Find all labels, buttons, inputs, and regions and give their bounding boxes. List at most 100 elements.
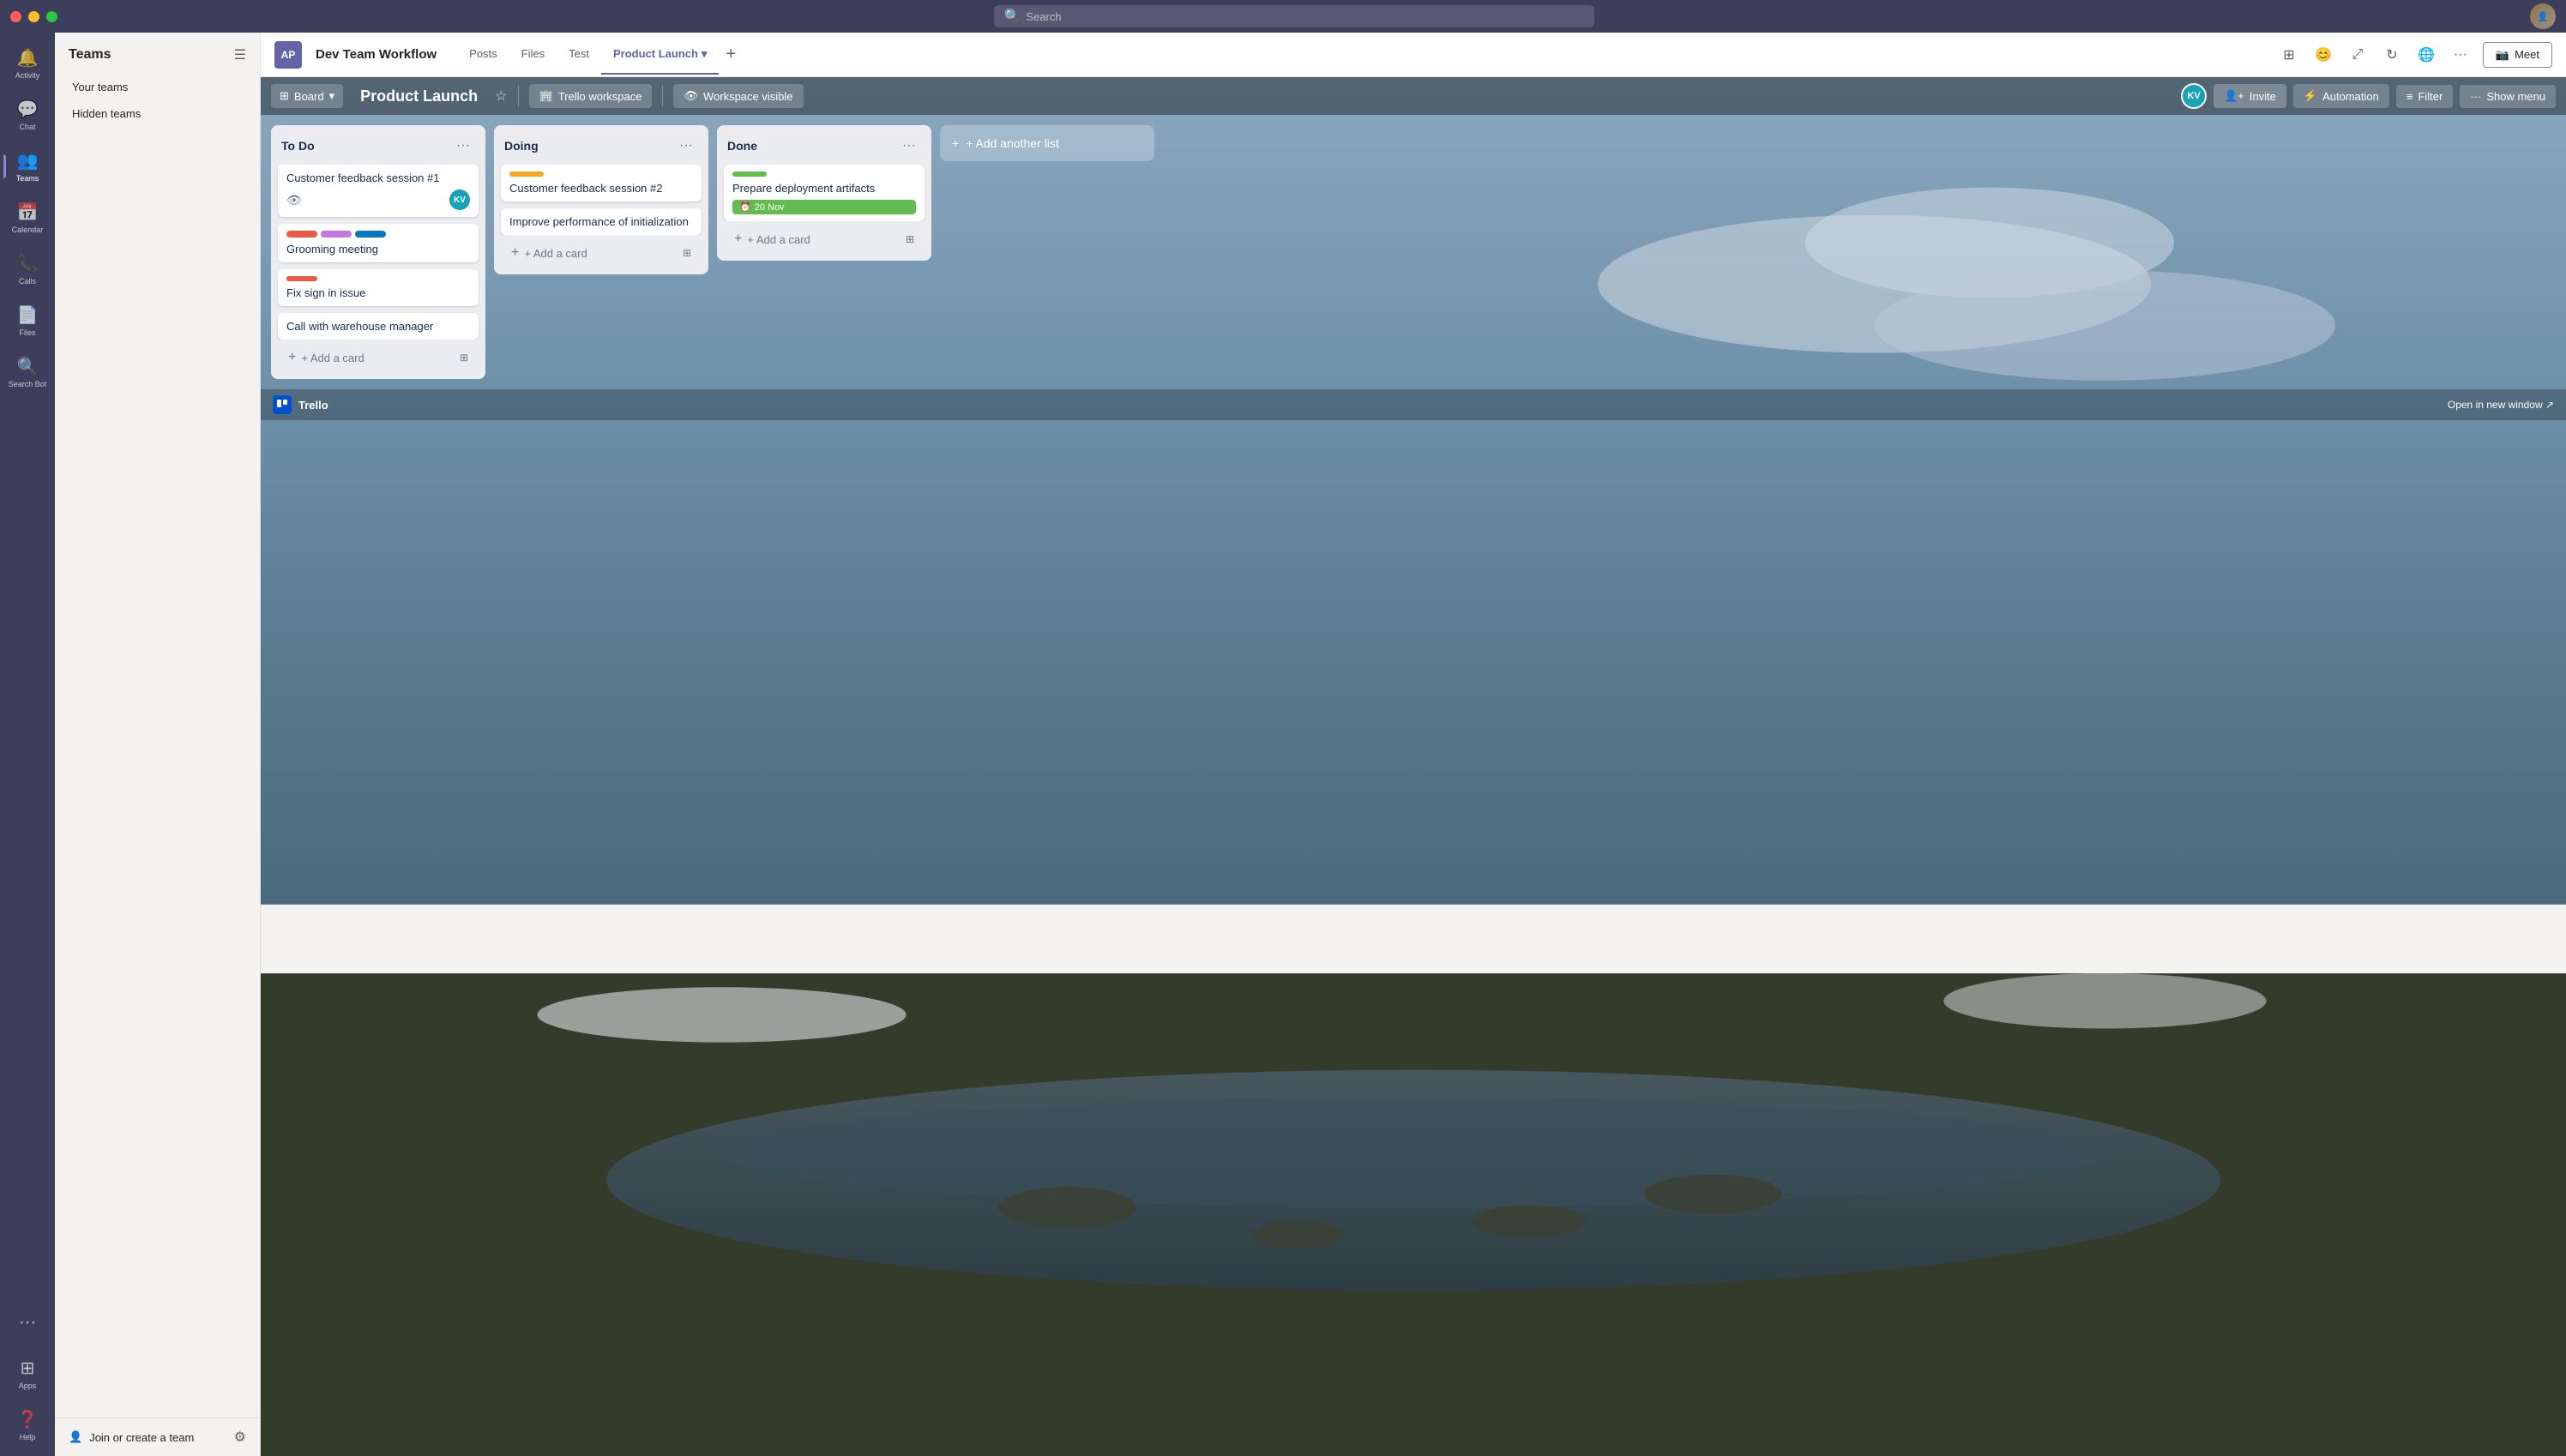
title-bar: 🔍 👤: [0, 0, 2566, 33]
card-template-icon: ⊞: [906, 233, 914, 245]
todo-list-header: To Do ···: [271, 125, 485, 165]
trello-logo: [273, 395, 292, 414]
sidebar-item-files[interactable]: 📄 Files: [3, 297, 51, 345]
label-red-single: [286, 276, 317, 281]
show-menu-button[interactable]: ··· Show menu: [2460, 85, 2556, 108]
automation-label: Automation: [2322, 90, 2379, 103]
sidebar-item-activity[interactable]: 🔔 Activity: [3, 39, 51, 87]
label-blue: [355, 231, 386, 238]
chevron-down-icon: ▾: [702, 47, 708, 61]
apps-label: Apps: [19, 1381, 37, 1390]
plus-icon: +: [952, 136, 959, 150]
doing-menu-button[interactable]: ···: [674, 134, 698, 158]
maximize-button[interactable]: [46, 11, 57, 22]
meet-label: Meet: [2515, 48, 2539, 61]
minimize-button[interactable]: [28, 11, 39, 22]
search-icon: 🔍: [1004, 8, 1021, 25]
sidebar-item-more[interactable]: ···: [3, 1298, 51, 1346]
close-button[interactable]: [10, 11, 21, 22]
globe-button[interactable]: 🌐: [2414, 43, 2438, 67]
teams-panel: Teams ☰ Your teams Hidden teams 👤 Join o…: [55, 33, 261, 1456]
sidebar-item-calls[interactable]: 📞 Calls: [3, 245, 51, 293]
filter-icon[interactable]: ☰: [234, 46, 246, 63]
search-bot-icon: 🔍: [17, 356, 39, 377]
activity-icon: 🔔: [17, 47, 39, 69]
done-title: Done: [727, 139, 757, 153]
card-call-warehouse[interactable]: Call with warehouse manager: [278, 313, 479, 340]
tab-test[interactable]: Test: [557, 35, 601, 74]
automation-button[interactable]: ⚡ Automation: [2293, 84, 2389, 108]
board-view-button[interactable]: ⊞ Board ▾: [271, 84, 343, 108]
card-title: Customer feedback session #1: [286, 171, 470, 184]
separator: [518, 86, 519, 106]
add-list-label: + Add another list: [966, 136, 1059, 150]
add-tab-button[interactable]: +: [719, 45, 743, 64]
done-list: Done ··· Prepare deployment artifacts ⏰ …: [717, 125, 931, 261]
todo-cards: Customer feedback session #1 👁 KV: [271, 165, 485, 340]
settings-icon[interactable]: ⚙: [234, 1429, 246, 1446]
add-card-label: + Add a card: [301, 352, 364, 364]
tab-product-launch[interactable]: Product Launch ▾: [601, 35, 719, 75]
video-icon: 📷: [2496, 48, 2509, 62]
open-new-window-button[interactable]: Open in new window ↗: [2448, 399, 2554, 411]
active-indicator: [3, 154, 6, 178]
user-avatar[interactable]: 👤: [2530, 3, 2556, 29]
card-title: Grooming meeting: [286, 243, 470, 256]
search-bar[interactable]: 🔍: [994, 5, 1594, 27]
more-options-button[interactable]: ···: [2449, 43, 2473, 67]
add-list-button[interactable]: + + Add another list: [940, 125, 1154, 161]
workspace-visible-button[interactable]: 👁 Workspace visible: [673, 84, 803, 108]
lists-container: To Do ··· Customer feedback session #1 👁…: [261, 115, 2566, 389]
doing-list: Doing ··· Customer feedback session #2 I…: [494, 125, 708, 274]
card-fix-sign-in[interactable]: Fix sign in issue: [278, 269, 479, 306]
card-improve-performance[interactable]: Improve performance of initialization: [501, 208, 702, 235]
card-prepare-deployment[interactable]: Prepare deployment artifacts ⏰ 20 Nov: [724, 165, 925, 221]
tab-posts[interactable]: Posts: [457, 35, 509, 74]
todo-menu-button[interactable]: ···: [451, 134, 475, 158]
your-teams-item[interactable]: Your teams: [62, 74, 253, 100]
board-icon: ⊞: [280, 89, 289, 103]
star-icon[interactable]: ☆: [495, 87, 507, 105]
todo-add-card-button[interactable]: + + Add a card ⊞: [278, 343, 479, 372]
sidebar-item-apps[interactable]: ⊞ Apps: [3, 1350, 51, 1398]
sidebar-item-teams[interactable]: 👥 Teams: [3, 142, 51, 190]
emoji-button[interactable]: 😊: [2311, 43, 2335, 67]
filter-button[interactable]: ≡ Filter: [2396, 85, 2453, 108]
todo-list: To Do ··· Customer feedback session #1 👁…: [271, 125, 485, 379]
card-customer-feedback-1[interactable]: Customer feedback session #1 👁 KV: [278, 165, 479, 217]
card-grooming-meeting[interactable]: Grooming meeting: [278, 224, 479, 262]
hidden-teams-item[interactable]: Hidden teams: [62, 100, 253, 127]
activity-label: Activity: [15, 71, 40, 80]
screen-share-button[interactable]: ⊞: [2277, 43, 2301, 67]
meet-button[interactable]: 📷 Meet: [2483, 42, 2552, 68]
todo-title: To Do: [281, 139, 315, 153]
card-template-icon: ⊞: [460, 352, 468, 364]
card-title: Prepare deployment artifacts: [732, 182, 916, 195]
card-labels: [286, 231, 470, 238]
label-green-single: [732, 171, 767, 177]
done-menu-button[interactable]: ···: [897, 134, 921, 158]
tab-files[interactable]: Files: [509, 35, 557, 74]
expand-button[interactable]: ⤢: [2346, 43, 2370, 67]
channel-tabs: Posts Files Test Product Launch ▾ +: [457, 35, 743, 75]
board-label: Board: [294, 90, 324, 103]
card-title: Customer feedback session #2: [509, 182, 693, 195]
trello-workspace-label: Trello workspace: [558, 90, 642, 103]
join-create-button[interactable]: 👤 Join or create a team: [69, 1430, 194, 1444]
card-customer-feedback-2[interactable]: Customer feedback session #2: [501, 165, 702, 202]
sidebar-item-calendar[interactable]: 📅 Calendar: [3, 194, 51, 242]
label-red: [286, 231, 317, 238]
doing-list-header: Doing ···: [494, 125, 708, 165]
sidebar-item-help[interactable]: ❓ Help: [3, 1401, 51, 1449]
sidebar-item-chat[interactable]: 💬 Chat: [3, 91, 51, 139]
search-input[interactable]: [1026, 10, 1583, 23]
sidebar-item-search-bot[interactable]: 🔍 Search Bot: [3, 348, 51, 396]
kv-avatar[interactable]: KV: [2181, 83, 2207, 109]
eye-icon: 👁: [684, 89, 698, 103]
invite-button[interactable]: 👤+ Invite: [2214, 84, 2286, 108]
refresh-button[interactable]: ↻: [2380, 43, 2404, 67]
done-add-card-button[interactable]: + + Add a card ⊞: [724, 225, 925, 254]
trello-workspace-button[interactable]: 🏢 Trello workspace: [529, 84, 653, 108]
teams-title: Teams: [69, 47, 111, 63]
doing-add-card-button[interactable]: + + Add a card ⊞: [501, 238, 702, 268]
